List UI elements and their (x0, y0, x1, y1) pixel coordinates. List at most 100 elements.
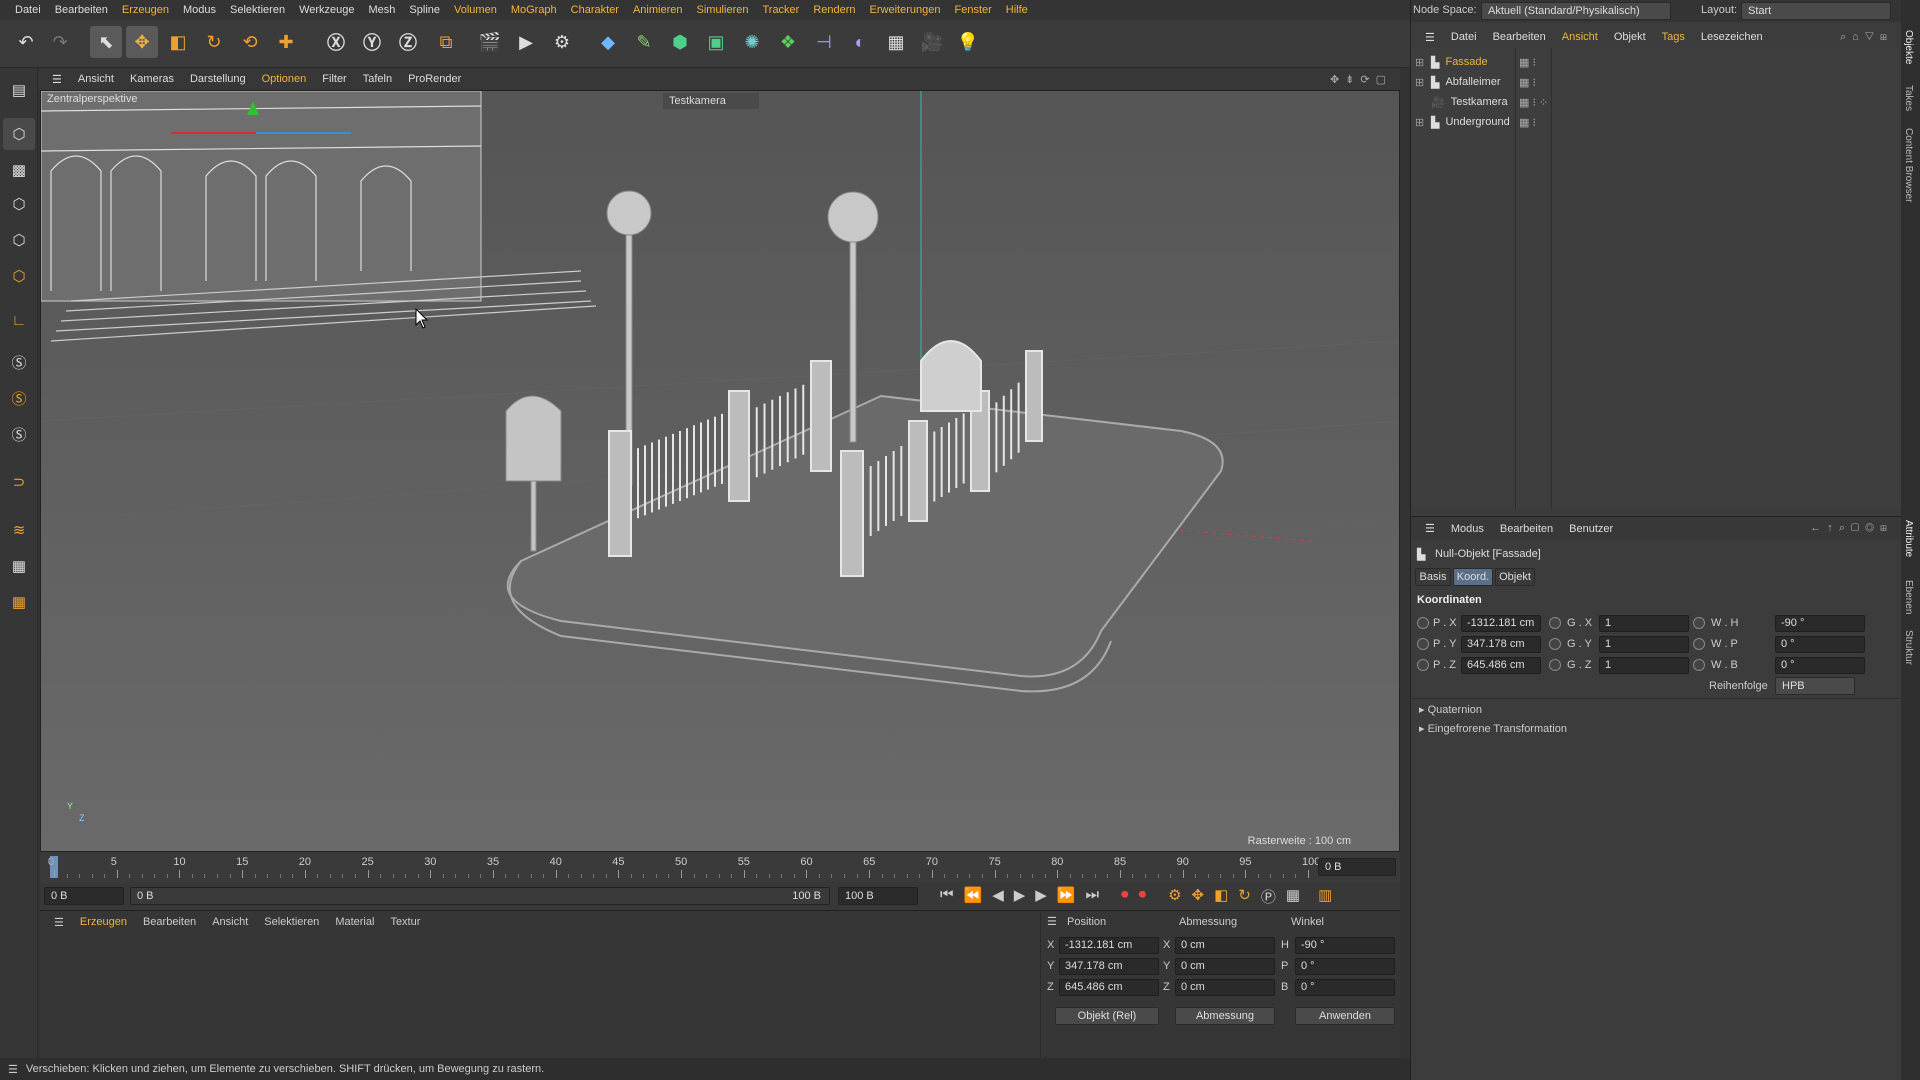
edges-mode-icon[interactable]: ⬡ (3, 224, 35, 256)
keyframe-radio[interactable] (1693, 638, 1705, 650)
vp-menu-darstellung[interactable]: Darstellung (182, 73, 254, 85)
layout-dropdown[interactable]: Start (1741, 2, 1891, 20)
object-row-abfalleimer[interactable]: ⊞ ▙ Abfalleimer ▦ ⁝ (1411, 72, 1901, 92)
expand-icon[interactable]: ⊞ (1415, 56, 1431, 69)
vtab-objekte[interactable]: Objekte (1903, 30, 1914, 64)
field-wp[interactable]: 0 ° (1775, 636, 1865, 653)
end-frame-field[interactable]: 100 B (838, 887, 918, 905)
vp-menu-prorender[interactable]: ProRender (400, 73, 469, 85)
vtab-attribute[interactable]: Attribute (1903, 520, 1914, 557)
field-px[interactable]: -1312.181 cm (1461, 615, 1541, 632)
mat-menu-bearbeiten[interactable]: Bearbeiten (135, 916, 204, 928)
current-frame-field[interactable]: 0 B (1318, 858, 1396, 876)
node-space-dropdown[interactable]: Aktuell (Standard/Physikalisch) (1481, 2, 1671, 20)
vp-menu-filter[interactable]: Filter (314, 73, 354, 85)
coord-ang-b[interactable]: 0 ° (1295, 979, 1395, 996)
vtab-struktur[interactable]: Struktur (1903, 630, 1914, 665)
apply-button[interactable]: Anwenden (1295, 1007, 1395, 1025)
redo-icon[interactable]: ↷ (44, 26, 76, 58)
expand-icon[interactable]: ⊞ (1415, 116, 1431, 129)
cube-primitive-icon[interactable]: ◆ (592, 26, 624, 58)
obj-menu-datei[interactable]: Datei (1443, 31, 1485, 43)
obj-menu-tags[interactable]: Tags (1654, 31, 1693, 43)
object-name-fassade[interactable]: Fassade (1445, 56, 1525, 68)
coordinate-system-icon[interactable]: ⧉ (430, 26, 462, 58)
key-rotation-icon[interactable]: ↻ (1238, 886, 1251, 907)
mat-menu-textur[interactable]: Textur (382, 916, 428, 928)
quantize-icon[interactable]: Ⓢ (3, 418, 35, 450)
vtab-ebenen[interactable]: Ebenen (1903, 580, 1914, 614)
pen-spline-icon[interactable]: ✎ (628, 26, 660, 58)
create-tool-icon[interactable]: ✚ (270, 26, 302, 58)
y-axis-lock-icon[interactable]: Ⓨ (356, 26, 388, 58)
coord-size-dropdown[interactable]: Abmessung (1175, 1007, 1275, 1025)
playhead[interactable] (50, 856, 58, 878)
expand-icon[interactable]: ⊞ (1415, 76, 1431, 89)
coord-dim-y[interactable]: 0 cm (1175, 958, 1275, 975)
field-gx[interactable]: 1 (1599, 615, 1689, 632)
key-pla-icon[interactable]: ▦ (1286, 886, 1300, 907)
menu-simulieren[interactable]: Simulieren (690, 0, 756, 20)
keyframe-radio[interactable] (1549, 659, 1561, 671)
cloner-icon[interactable]: ✺ (736, 26, 768, 58)
rotate-tool-icon[interactable]: ↻ (198, 26, 230, 58)
object-name-underground[interactable]: Underground (1445, 116, 1525, 128)
next-key-icon[interactable]: ⏩ (1057, 886, 1076, 907)
obj-search-icon[interactable]: ⌕⌂▽⊞ (1832, 31, 1901, 44)
viewport-solo-icon[interactable]: ▦ (3, 586, 35, 618)
start-frame-field[interactable]: 0 B (44, 887, 124, 905)
texture-mode-icon[interactable]: ▩ (3, 154, 35, 186)
floor-icon[interactable]: ▦ (880, 26, 912, 58)
locked-workplane-icon[interactable]: ▦ (3, 550, 35, 582)
menu-spline[interactable]: Spline (402, 0, 447, 20)
menu-mograph[interactable]: MoGraph (504, 0, 564, 20)
menu-charakter[interactable]: Charakter (564, 0, 626, 20)
attr-menu-modus[interactable]: Modus (1443, 523, 1492, 535)
vp-menu-kameras[interactable]: Kameras (122, 73, 182, 85)
menu-rendern[interactable]: Rendern (806, 0, 862, 20)
mat-menu-ansicht[interactable]: Ansicht (204, 916, 256, 928)
obj-hamburger-icon[interactable]: ☰ (1417, 31, 1443, 44)
coord-pos-z[interactable]: 645.486 cm (1059, 979, 1159, 996)
goto-start-icon[interactable]: ⏮ (940, 886, 954, 907)
coord-dim-z[interactable]: 0 cm (1175, 979, 1275, 996)
prev-key-icon[interactable]: ⏪ (964, 886, 983, 907)
field-py[interactable]: 347.178 cm (1461, 636, 1541, 653)
transform-tool-icon[interactable]: ⟲ (234, 26, 266, 58)
z-axis-lock-icon[interactable]: Ⓩ (392, 26, 424, 58)
field-icon[interactable]: ◐ (844, 26, 876, 58)
make-editable-icon[interactable]: ▤ (3, 74, 35, 106)
points-mode-icon[interactable]: ⬡ (3, 188, 35, 220)
vp-menu-optionen[interactable]: Optionen (254, 73, 315, 85)
render-settings-icon[interactable]: ⚙ (546, 26, 578, 58)
visibility-icon[interactable]: ▦ ⁝ (1519, 56, 1536, 69)
extrude-icon[interactable]: ▣ (700, 26, 732, 58)
tab-koord[interactable]: Koord. (1453, 568, 1493, 586)
coord-mode-dropdown[interactable]: Objekt (Rel) (1055, 1007, 1159, 1025)
menu-erweiterungen[interactable]: Erweiterungen (863, 0, 948, 20)
model-mode-icon[interactable]: ⬡ (3, 118, 35, 150)
menu-erzeugen[interactable]: Erzeugen (115, 0, 176, 20)
keyframe-radio[interactable] (1693, 659, 1705, 671)
camera-selector[interactable]: Testkamera (663, 93, 759, 109)
menu-datei[interactable]: Datei (8, 0, 48, 20)
visibility-icon[interactable]: ▦ ⁝ (1519, 76, 1536, 89)
vp-menu-ansicht[interactable]: Ansicht (70, 73, 122, 85)
key-position-icon[interactable]: ✥ (1192, 886, 1205, 907)
menu-mesh[interactable]: Mesh (362, 0, 403, 20)
vtab-takes[interactable]: Takes (1903, 85, 1914, 111)
menu-bearbeiten[interactable]: Bearbeiten (48, 0, 115, 20)
autokey-icon[interactable]: ⏺ (1139, 886, 1147, 907)
preview-range-slider[interactable]: 0 B 100 B (130, 887, 830, 905)
workplane-icon[interactable]: ≋ (3, 514, 35, 546)
scale-tool-icon[interactable]: ◧ (162, 26, 194, 58)
x-axis-lock-icon[interactable]: Ⓧ (320, 26, 352, 58)
axis-mode-icon[interactable]: ∟ (3, 304, 35, 336)
field-wb[interactable]: 0 ° (1775, 657, 1865, 674)
status-menu-icon[interactable]: ☰ (0, 1063, 26, 1076)
menu-modus[interactable]: Modus (176, 0, 223, 20)
key-scale-icon[interactable]: ◧ (1214, 886, 1228, 907)
menu-animieren[interactable]: Animieren (626, 0, 690, 20)
keyframe-icon[interactable]: ⚙ (1168, 886, 1181, 907)
coord-ang-h[interactable]: -90 ° (1295, 937, 1395, 954)
